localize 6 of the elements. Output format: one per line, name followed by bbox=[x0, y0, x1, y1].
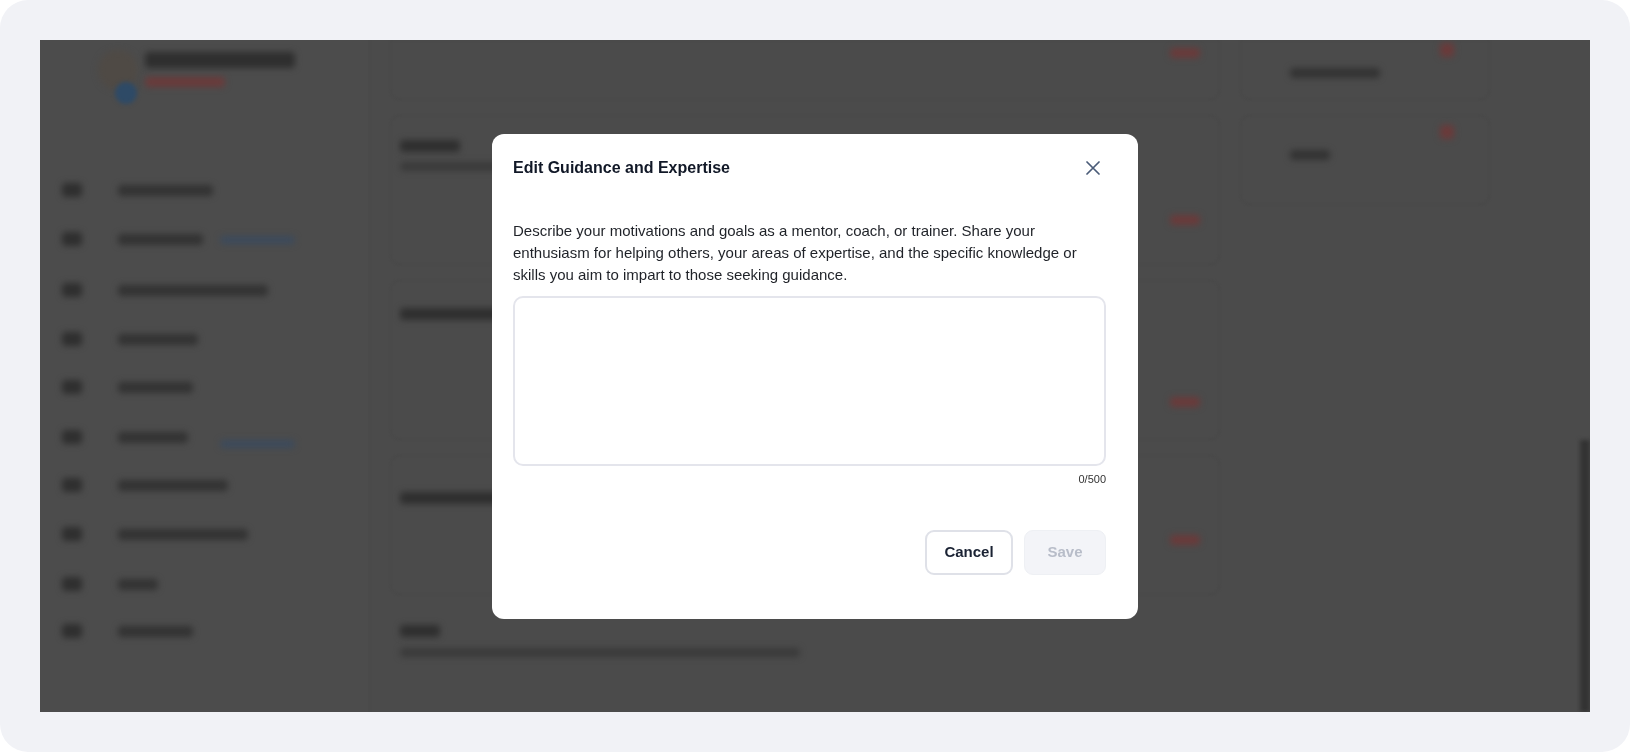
dialog-button[interactable]: Cancel bbox=[925, 529, 1013, 575]
character-counter: 0/500 bbox=[1078, 471, 1106, 486]
dialog-description: Describe your motivations and goals as a mentor, coach, or trainer. Share your enthusiasm for helping others, your areas of expertise, and the specific knowledge or skills you aim to impart to those seeking guidance. bbox=[513, 220, 1078, 285]
close-icon[interactable] bbox=[1086, 160, 1100, 175]
dialog-title: Edit Guidance and Expertise bbox=[513, 157, 730, 178]
text-area-field[interactable] bbox=[513, 295, 1106, 466]
